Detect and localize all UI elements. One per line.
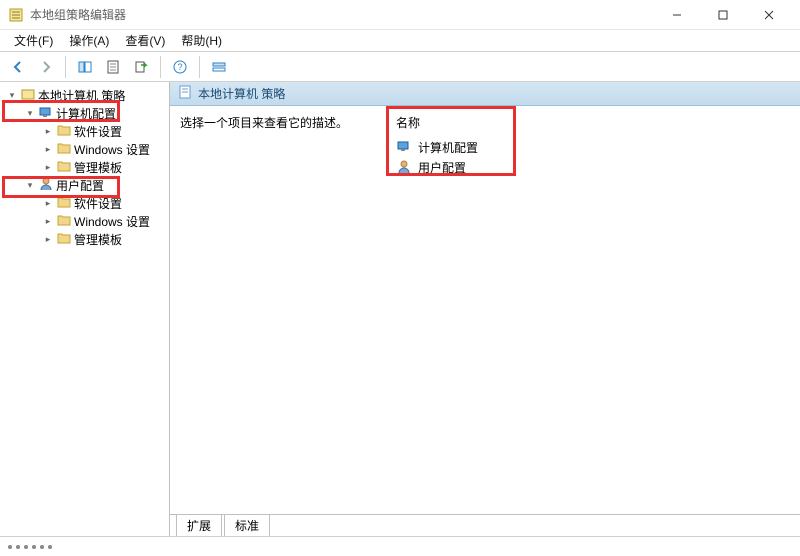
tab-standard[interactable]: 标准	[224, 515, 270, 536]
filter-button[interactable]	[207, 55, 231, 79]
expander-icon[interactable]: ▸	[42, 126, 54, 137]
expander-icon[interactable]: ▸	[42, 144, 54, 155]
body: ▾ 本地计算机 策略 ▾ 计算机配置 ▸ 软件设置 ▸ Windows 设置 ▸	[0, 82, 800, 536]
window-controls	[654, 0, 792, 30]
toolbar-separator	[199, 56, 200, 78]
expander-icon[interactable]: ▾	[6, 90, 18, 101]
tab-extended[interactable]: 扩展	[176, 515, 222, 536]
properties-button[interactable]	[101, 55, 125, 79]
titlebar: 本地组策略编辑器	[0, 0, 800, 30]
status-dot	[40, 545, 44, 549]
main-panel: 本地计算机 策略 选择一个项目来查看它的描述。 名称 计算机配置 用户配置	[170, 82, 800, 536]
tree-label: Windows 设置	[74, 213, 150, 230]
status-dot	[24, 545, 28, 549]
status-dot	[16, 545, 20, 549]
tree-root-label: 本地计算机 策略	[38, 87, 125, 104]
status-bar	[0, 536, 800, 556]
tree-software-settings[interactable]: ▸ 软件设置	[2, 194, 167, 212]
tree-label: 软件设置	[74, 195, 122, 212]
tree-root-item[interactable]: ▾ 本地计算机 策略	[2, 86, 167, 104]
folder-icon	[57, 196, 71, 211]
tree-windows-settings[interactable]: ▸ Windows 设置	[2, 140, 167, 158]
tree-label: 软件设置	[74, 123, 122, 140]
menu-view[interactable]: 查看(V)	[117, 30, 173, 51]
folder-icon	[57, 232, 71, 247]
user-icon	[39, 177, 53, 194]
tree-label: Windows 设置	[74, 141, 150, 158]
list-item-label: 用户配置	[418, 159, 466, 176]
status-dot	[8, 545, 12, 549]
expander-icon[interactable]: ▸	[42, 198, 54, 209]
main-body: 选择一个项目来查看它的描述。 名称 计算机配置 用户配置	[170, 106, 800, 514]
folder-icon	[57, 142, 71, 157]
main-header-title: 本地计算机 策略	[198, 85, 285, 102]
status-dot	[32, 545, 36, 549]
tree-admin-templates[interactable]: ▸ 管理模板	[2, 158, 167, 176]
app-icon	[8, 7, 24, 23]
menu-action[interactable]: 操作(A)	[61, 30, 117, 51]
menu-help[interactable]: 帮助(H)	[173, 30, 230, 51]
description-text: 选择一个项目来查看它的描述。	[180, 114, 380, 131]
help-button[interactable]: ?	[168, 55, 192, 79]
close-button[interactable]	[746, 0, 792, 30]
tree-label: 管理模板	[74, 231, 122, 248]
status-dot	[48, 545, 52, 549]
nav-forward-button[interactable]	[34, 55, 58, 79]
toolbar: ?	[0, 52, 800, 82]
tree-user-config[interactable]: ▾ 用户配置	[2, 176, 167, 194]
window-root: 本地组策略编辑器 文件(F) 操作(A) 查看(V) 帮助(H) ? ▾	[0, 0, 800, 556]
tree-label: 管理模板	[74, 159, 122, 176]
export-button[interactable]	[129, 55, 153, 79]
tree-label: 计算机配置	[56, 105, 116, 122]
expander-icon[interactable]: ▸	[42, 162, 54, 173]
computer-icon	[396, 139, 412, 155]
list-item-label: 计算机配置	[418, 139, 478, 156]
toolbar-separator	[65, 56, 66, 78]
svg-text:?: ?	[177, 62, 182, 72]
menubar: 文件(F) 操作(A) 查看(V) 帮助(H)	[0, 30, 800, 52]
folder-icon	[57, 124, 71, 139]
show-hide-tree-button[interactable]	[73, 55, 97, 79]
tabs: 扩展 标准	[170, 514, 800, 536]
folder-icon	[57, 160, 71, 175]
policy-icon	[21, 87, 35, 104]
list-column: 名称 计算机配置 用户配置	[390, 114, 790, 506]
expander-icon[interactable]: ▾	[24, 180, 36, 191]
computer-icon	[39, 105, 53, 122]
folder-icon	[57, 214, 71, 229]
expander-icon[interactable]: ▾	[24, 108, 36, 119]
tree-label: 用户配置	[56, 177, 104, 194]
list-item-computer-config[interactable]: 计算机配置	[396, 137, 790, 157]
maximize-button[interactable]	[700, 0, 746, 30]
tree-windows-settings[interactable]: ▸ Windows 设置	[2, 212, 167, 230]
toolbar-separator	[160, 56, 161, 78]
description-column: 选择一个项目来查看它的描述。	[180, 114, 390, 506]
column-header-name[interactable]: 名称	[396, 114, 790, 131]
tree-admin-templates[interactable]: ▸ 管理模板	[2, 230, 167, 248]
nav-back-button[interactable]	[6, 55, 30, 79]
window-title: 本地组策略编辑器	[30, 6, 654, 23]
expander-icon[interactable]: ▸	[42, 234, 54, 245]
user-icon	[396, 159, 412, 175]
sidebar-tree: ▾ 本地计算机 策略 ▾ 计算机配置 ▸ 软件设置 ▸ Windows 设置 ▸	[0, 82, 170, 536]
tree-software-settings[interactable]: ▸ 软件设置	[2, 122, 167, 140]
document-icon	[178, 85, 192, 102]
expander-icon[interactable]: ▸	[42, 216, 54, 227]
minimize-button[interactable]	[654, 0, 700, 30]
menu-file[interactable]: 文件(F)	[6, 30, 61, 51]
tree-computer-config[interactable]: ▾ 计算机配置	[2, 104, 167, 122]
main-header: 本地计算机 策略	[170, 82, 800, 106]
list-item-user-config[interactable]: 用户配置	[396, 157, 790, 177]
